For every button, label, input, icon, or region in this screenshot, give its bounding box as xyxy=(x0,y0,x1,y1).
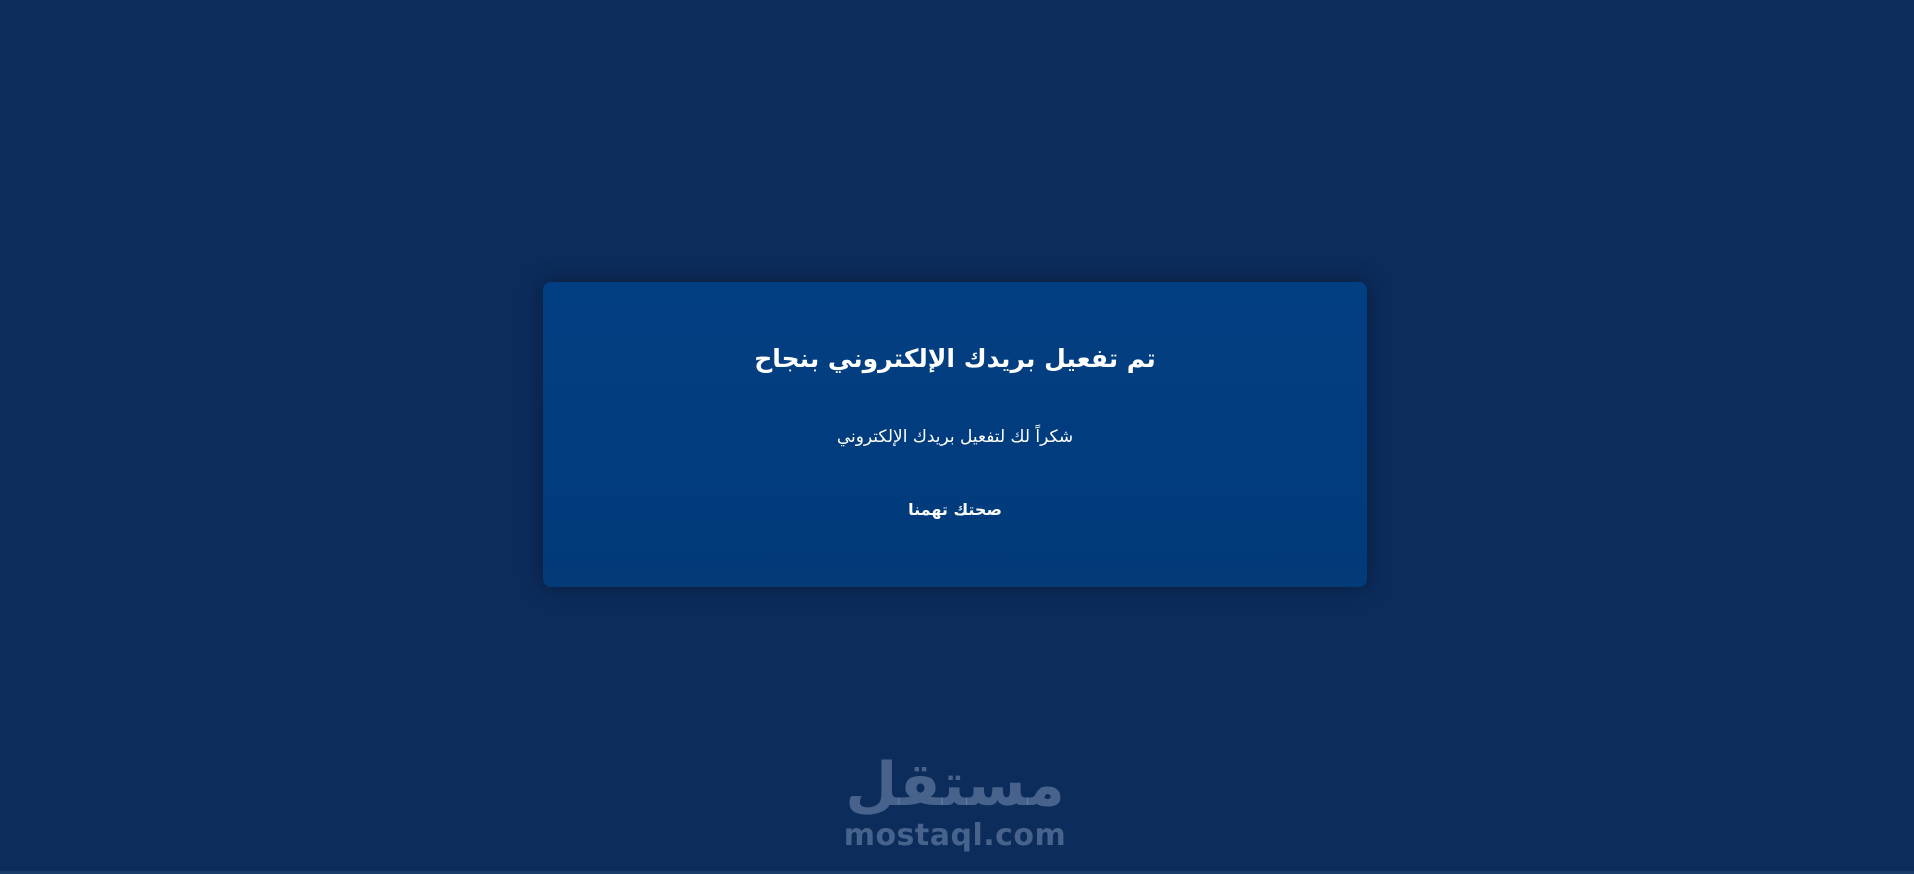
card-message: شكراً لك لتفعيل بريدك الإلكتروني xyxy=(836,427,1074,447)
activation-card: تم تفعيل بريدك الإلكتروني بنجاح شكراً لك… xyxy=(543,282,1367,587)
card-title: تم تفعيل بريدك الإلكتروني بنجاح xyxy=(754,344,1156,373)
page-background: تم تفعيل بريدك الإلكتروني بنجاح شكراً لك… xyxy=(0,0,1914,874)
watermark-latin: mostaql.com xyxy=(843,818,1067,853)
card-signoff: صحتك تهمنا xyxy=(908,500,1002,519)
watermark-arabic: مستقل xyxy=(845,750,1065,820)
mostaql-watermark: مستقل mostaql.com xyxy=(820,752,1090,858)
